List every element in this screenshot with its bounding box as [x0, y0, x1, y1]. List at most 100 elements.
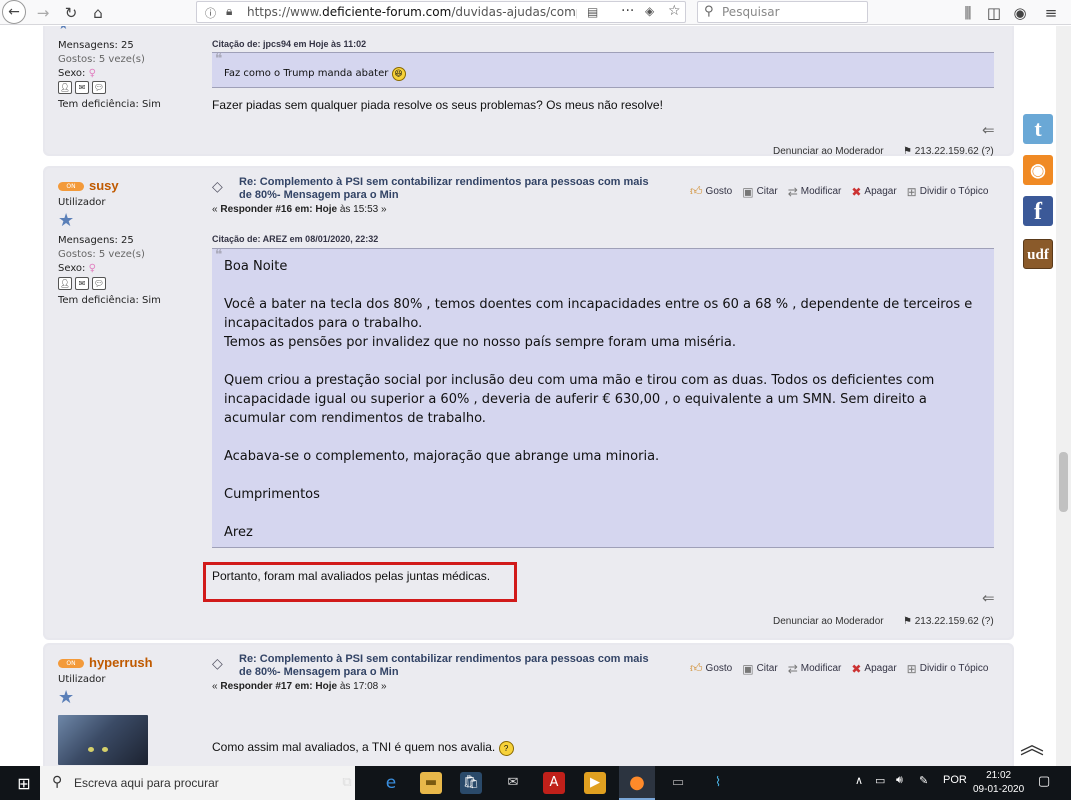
delete-icon: ✖: [851, 184, 862, 199]
profile-icon[interactable]: 👤︎: [58, 277, 72, 290]
messages-count: Mensagens: 25: [58, 235, 134, 246]
post-text: Fazer piadas sem qualquer piada resolve …: [212, 98, 663, 112]
report-moderator-link[interactable]: Denunciar ao Moderador: [773, 616, 884, 627]
language-indicator[interactable]: POR: [943, 774, 967, 786]
clock-time: 21:02: [986, 770, 1012, 781]
split-icon: ⊞: [906, 661, 917, 676]
modify-button[interactable]: ⇄ Modificar: [788, 184, 842, 199]
mail-icon[interactable]: ✉: [502, 772, 524, 794]
private-message-icon[interactable]: 💬︎: [92, 277, 106, 290]
clock[interactable]: 21:02 09-01-2020: [973, 769, 1024, 797]
home-button[interactable]: ⌂: [85, 0, 111, 25]
quick-quote-icon[interactable]: ⇐: [982, 589, 995, 607]
disability-label: Tem deficiência: Sim: [58, 295, 161, 306]
post-body: ON hyperrush Utilizador ★ ◇ Re: Compleme…: [45, 645, 1012, 766]
info-icon[interactable]: ⓘ: [205, 5, 216, 21]
reload-icon: ↻: [64, 3, 78, 22]
like-button[interactable]: 👍︎ Gosto: [690, 661, 732, 676]
avatar[interactable]: [58, 715, 148, 765]
delete-label: Apagar: [864, 663, 897, 674]
rss-icon[interactable]: ◉: [1023, 155, 1053, 185]
quote-icon: ▣: [742, 661, 754, 676]
forward-button[interactable]: →: [30, 0, 56, 25]
reload-button[interactable]: ↻: [58, 0, 84, 25]
account-button[interactable]: ◉: [1007, 0, 1033, 25]
page-actions-icon[interactable]: ···: [621, 3, 634, 19]
reply-day: Hoje: [315, 204, 338, 215]
laughing-emoji-icon: 😆︎: [391, 67, 406, 81]
female-icon: ♀: [88, 263, 96, 274]
topic-icon: ◇: [212, 656, 223, 672]
search-bar[interactable]: ⚲ Pesquisar: [697, 1, 868, 23]
task-view-icon[interactable]: ⧉: [336, 772, 358, 794]
url-prefix: https://www.: [247, 5, 323, 19]
split-topic-button[interactable]: ⊞ Dividir o Tópico: [907, 661, 989, 676]
edge-icon[interactable]: e: [380, 772, 402, 794]
email-icon[interactable]: ✉: [75, 277, 89, 290]
media-player-icon[interactable]: ▶: [584, 772, 606, 794]
scroll-to-top-icon[interactable]: ︽: [1012, 730, 1052, 762]
page-scrollbar[interactable]: [1056, 26, 1071, 766]
library-button[interactable]: ⫼: [955, 0, 981, 25]
ip-text: 213.22.159.62 (?): [914, 146, 994, 157]
delete-button[interactable]: ✖ Apagar: [851, 184, 896, 199]
delete-button[interactable]: ✖ Apagar: [851, 661, 896, 676]
app-icon[interactable]: ▭: [667, 772, 689, 794]
taskbar-search[interactable]: ⚲ Escreva aqui para procurar: [40, 766, 355, 800]
store-icon[interactable]: 🛍︎: [460, 772, 482, 794]
firefox-icon[interactable]: ●: [619, 766, 655, 800]
split-icon: ⊞: [906, 184, 917, 199]
author-icons: 👤︎ ✉ 💬︎: [58, 277, 106, 290]
author-name[interactable]: hyperrush: [89, 655, 153, 670]
tray-expand-icon[interactable]: ∧: [855, 774, 863, 787]
scrollbar-thumb[interactable]: [1059, 452, 1068, 512]
pen-icon[interactable]: ✎: [919, 774, 928, 787]
profile-icon[interactable]: 👤︎: [58, 81, 72, 94]
volume-icon[interactable]: 🔊︎: [896, 774, 903, 787]
bookmark-star-icon[interactable]: ☆: [668, 3, 681, 19]
author-name[interactable]: susy: [89, 178, 119, 193]
sidebar-button[interactable]: ◫: [981, 0, 1007, 25]
sex-label: Sexo:: [58, 68, 86, 79]
twitter-icon[interactable]: t: [1023, 114, 1053, 144]
post-title-link[interactable]: Re: Complemento à PSI sem contabilizar r…: [239, 176, 659, 202]
network-icon[interactable]: ▭: [875, 774, 885, 787]
clock-date: 09-01-2020: [973, 784, 1025, 795]
arrow-right-icon: →: [36, 3, 50, 22]
forum-post: ON hyperrush Utilizador ★ ◇ Re: Compleme…: [43, 643, 1014, 766]
notifications-icon[interactable]: ▢: [1038, 773, 1050, 789]
like-button[interactable]: 👍︎ Gosto: [690, 184, 732, 199]
report-moderator-link[interactable]: Denunciar ao Moderador: [773, 146, 884, 157]
split-topic-button[interactable]: ⊞ Dividir o Tópico: [907, 184, 989, 199]
quick-quote-icon[interactable]: ⇐: [982, 121, 995, 139]
post-title-link[interactable]: Re: Complemento à PSI sem contabilizar r…: [239, 653, 659, 679]
author-meta: Mensagens: 25 Gostos: 5 veze(s) Sexo: ♀: [58, 39, 145, 81]
quote-button[interactable]: ▣ Citar: [742, 184, 777, 199]
ip-text: 213.22.159.62 (?): [914, 616, 994, 627]
menu-button[interactable]: ≡: [1038, 0, 1064, 25]
reader-view-icon[interactable]: ▤: [587, 5, 598, 19]
post-text-content: Como assim mal avaliados, a TNI é quem n…: [212, 740, 496, 754]
modify-button[interactable]: ⇄ Modificar: [788, 661, 842, 676]
facebook-icon[interactable]: f: [1023, 196, 1053, 226]
private-message-icon[interactable]: 💬︎: [92, 81, 106, 94]
quote-text: Boa Noite Você a bater na tecla dos 80% …: [224, 259, 973, 540]
pocket-icon[interactable]: ◈: [645, 4, 654, 18]
forum-post: ★ Mensagens: 25 Gostos: 5 veze(s) Sexo: …: [43, 26, 1014, 157]
delete-label: Apagar: [864, 186, 897, 197]
edit-icon: ⇄: [787, 661, 798, 676]
file-explorer-icon[interactable]: ▬: [420, 772, 442, 794]
back-button[interactable]: ←: [2, 0, 26, 24]
windows-logo-icon: ⊞: [17, 773, 31, 793]
reply-info: « Responder #16 em: Hoje às 15:53 »: [212, 204, 387, 215]
url-bar[interactable]: ⓘ 🔒︎ https://www.deficiente-forum.com/du…: [196, 1, 686, 23]
udf-logo-icon[interactable]: udf: [1023, 239, 1053, 269]
author-meta: Mensagens: 25 Gostos: 5 veze(s) Sexo: ♀: [58, 234, 145, 276]
scanner-icon[interactable]: ⌇: [707, 772, 729, 794]
acrobat-icon[interactable]: A: [543, 772, 565, 794]
reply-time: às 15:53 »: [339, 204, 387, 215]
reply-day: Hoje: [315, 681, 338, 692]
email-icon[interactable]: ✉: [75, 81, 89, 94]
quote-button[interactable]: ▣ Citar: [742, 661, 777, 676]
reply-label: Responder #17 em:: [220, 681, 313, 692]
